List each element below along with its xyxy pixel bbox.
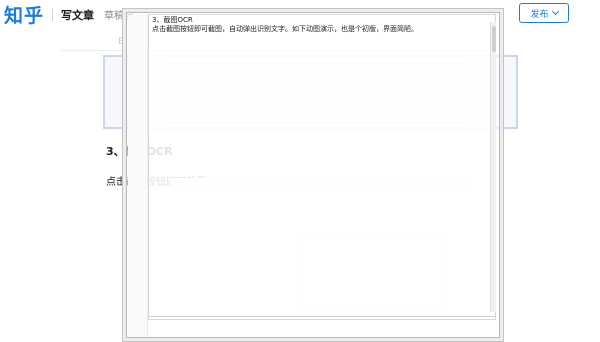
ocr-window-footer [149,316,495,320]
page-title: 写文章 [61,9,94,22]
ocr-scrollbar[interactable] [490,22,496,312]
zhihu-logo[interactable]: 知乎 [4,1,44,28]
header-divider [52,8,53,21]
publish-button[interactable]: 发布 [519,3,569,23]
bold-icon[interactable]: B [118,37,124,47]
ocr-scrollbar-thumb[interactable] [492,26,496,52]
ocr-text-area[interactable] [148,14,496,320]
publish-button-label: 发布 [530,9,549,20]
ocr-window-sidebar [128,15,148,337]
ocr-text-line-2: 点击截图按钮即可截图，自动弹出识别文字。如下动图演示，也是个初版，界面简陋。 [152,25,418,33]
page: 知乎 写文章 草稿自 发布 B I 3、截图OCR 点击截图按钮即可截图 3、截… [0,0,600,342]
chevron-down-icon [551,7,559,16]
